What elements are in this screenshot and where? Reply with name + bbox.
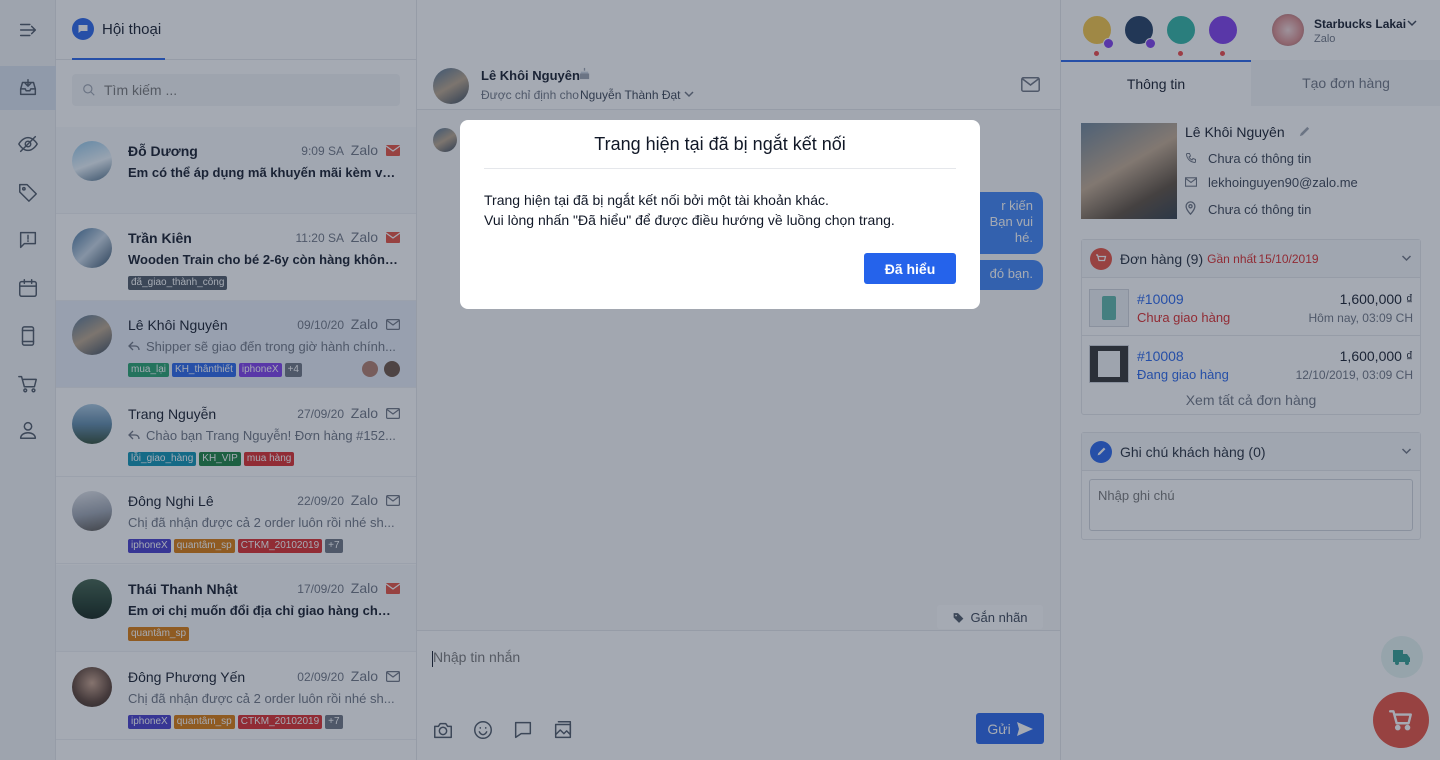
disconnected-dialog: Trang hiện tại đã bị ngắt kết nối Trang … bbox=[460, 120, 980, 309]
dialog-body: Trang hiện tại đã bị ngắt kết nối bởi mộ… bbox=[484, 190, 956, 230]
dialog-message-line: Trang hiện tại đã bị ngắt kết nối bởi mộ… bbox=[484, 192, 829, 208]
dialog-divider bbox=[484, 168, 956, 169]
dialog-message-line: Vui lòng nhấn "Đã hiểu" để được điều hướ… bbox=[484, 212, 895, 228]
understood-button[interactable]: Đã hiểu bbox=[864, 253, 956, 284]
dialog-title: Trang hiện tại đã bị ngắt kết nối bbox=[594, 134, 846, 154]
modal-backdrop bbox=[0, 0, 1440, 760]
